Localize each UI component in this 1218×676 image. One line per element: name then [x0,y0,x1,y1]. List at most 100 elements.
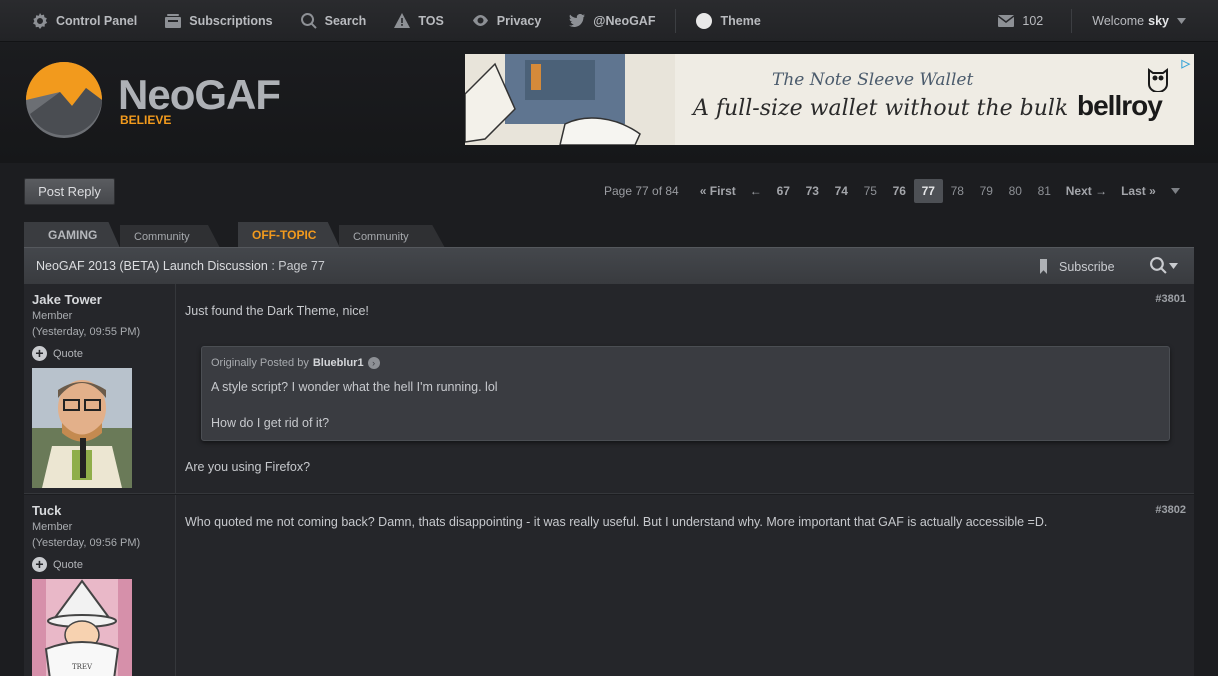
post-reply-button[interactable]: Post Reply [24,178,115,205]
tab-gaming[interactable]: GAMING [24,222,120,248]
top-navigation-bar: Control Panel Subscriptions Search TOS P… [0,0,1218,42]
current-page[interactable]: 77 [913,179,943,203]
tab-off-topic-community[interactable]: Community [339,225,445,248]
plus-icon: + [32,557,47,572]
post-text: Just found the Dark Theme, nice! [185,304,369,318]
quote-line: How do I get rid of it? [211,416,330,430]
post-text: Are you using Firefox? [185,460,311,474]
previous-page-link[interactable]: ← [743,184,769,198]
tab-gaming-community[interactable]: Community [120,225,220,248]
neogaf-logo-icon [26,62,102,138]
page-link-73[interactable]: 73 [798,179,827,203]
post-author[interactable]: Tuck [32,503,61,518]
page-info: Page 77 of 84 [604,184,679,198]
theme-circle-icon [696,12,713,29]
messages-count: 102 [1022,13,1044,28]
thread-title-bar: NeoGAF 2013 (BETA) Launch Discussion : P… [24,247,1194,284]
page-link-76[interactable]: 76 [885,179,914,203]
ad-brand: bellroy [1077,90,1163,121]
nav-tos-label: TOS [418,13,444,28]
username: sky [1148,13,1169,28]
nav-control-panel[interactable]: Control Panel [0,0,151,42]
advertisement-banner[interactable]: The Note Sleeve Wallet A full-size walle… [465,54,1194,145]
nav-subscriptions[interactable]: Subscriptions [151,0,286,42]
tab-gaming-community-label: Community [134,230,190,243]
wallet-illustration [465,54,675,145]
twitter-icon [569,14,586,27]
page-link-81[interactable]: 81 [1030,179,1059,203]
page-link-74[interactable]: 74 [827,179,856,203]
ad-choices-icon[interactable]: ▷ [1182,57,1190,70]
search-icon [1150,257,1167,274]
warning-icon [394,13,411,28]
welcome-prefix: Welcome [1092,13,1145,28]
chevron-down-icon [1177,17,1186,24]
post-number-link[interactable]: #3802 [1155,504,1186,516]
thread-title[interactable]: NeoGAF 2013 (BETA) Launch Discussion [36,259,268,273]
ad-title: The Note Sleeve Wallet [772,70,974,90]
nav-theme[interactable]: Theme [682,0,774,42]
post-timestamp: (Yesterday, 09:56 PM) [32,537,141,549]
page-link-75[interactable]: 75 [856,179,885,203]
nav-privacy[interactable]: Privacy [458,0,555,42]
logo-tagline: BELIEVE [120,113,172,127]
tab-gaming-label: GAMING [48,228,98,242]
owl-logo-icon [1148,68,1168,92]
tab-off-topic[interactable]: OFF-TOPIC [238,222,340,248]
page-link-79[interactable]: 79 [972,179,1001,203]
ad-subtitle: A full-size wallet without the bulk [693,96,1069,121]
post-timestamp: (Yesterday, 09:55 PM) [32,326,141,338]
last-page-link[interactable]: Last » [1114,184,1163,198]
eye-icon [472,15,488,26]
subscribe-button[interactable]: Subscribe [1040,248,1115,285]
subscriptions-icon [165,13,182,28]
user-menu[interactable]: Welcome sky [1078,0,1218,42]
logo-wordmark: NeoGAF [118,71,281,118]
avatar-caption: TREV [71,663,93,671]
thread-page-suffix: : Page 77 [271,259,325,273]
tab-off-topic-community-label: Community [353,230,409,243]
first-page-link[interactable]: « First [693,184,743,198]
quote-button[interactable]: + Quote [32,557,83,572]
post-author-role: Member [32,310,73,322]
tab-off-topic-label: OFF-TOPIC [252,228,317,242]
search-icon [300,12,317,29]
avatar [32,368,132,488]
nav-search-label: Search [324,13,367,28]
quote-line: A style script? I wonder what the hell I… [211,380,498,394]
nav-divider [675,8,677,33]
avatar: TREV [32,579,132,676]
post: Jake Tower Member (Yesterday, 09:55 PM) … [24,284,1194,494]
post-author[interactable]: Jake Tower [32,292,102,307]
nav-search[interactable]: Search [287,0,381,42]
page-link-78[interactable]: 78 [943,179,972,203]
nav-control-panel-label: Control Panel [56,13,138,28]
quote-header: Originally Posted by Blueblur1 › [211,357,380,369]
quote-block: Originally Posted by Blueblur1 › A style… [201,346,1170,441]
site-header: NeoGAF BELIEVE The Note Sleeve Wallet A … [0,43,1218,163]
nav-twitter[interactable]: @NeoGAF [555,0,669,42]
nav-subscriptions-label: Subscriptions [189,13,273,28]
pagination: Page 77 of 84 « First ← 67 73 74 75 76 7… [604,178,1180,204]
post: Tuck Member (Yesterday, 09:56 PM) + Quot… [24,495,1194,676]
page-link-80[interactable]: 80 [1001,179,1030,203]
quote-prefix: Originally Posted by [211,357,309,369]
chevron-down-icon[interactable] [1170,188,1180,194]
subscribe-label: Subscribe [1059,259,1115,274]
nav-messages[interactable]: 102 [966,0,1065,42]
post-number-link[interactable]: #3801 [1155,293,1186,305]
next-page-link[interactable]: Next → [1059,184,1114,198]
post-text: Who quoted me not coming back? Damn, tha… [185,515,1048,529]
plus-icon: + [32,346,47,361]
bookmark-icon [1040,259,1047,274]
quote-button[interactable]: + Quote [32,346,83,361]
view-post-arrow-icon[interactable]: › [367,357,380,369]
post-user-info: Tuck Member (Yesterday, 09:56 PM) + Quot… [24,495,176,676]
page-link-67[interactable]: 67 [769,179,798,203]
thread-search-button[interactable] [1150,257,1178,274]
thread-title-wrap: NeoGAF 2013 (BETA) Launch Discussion : P… [36,259,325,273]
nav-divider [1071,8,1073,33]
chevron-down-icon [1169,262,1178,269]
nav-tos[interactable]: TOS [380,0,457,42]
post-reply-label: Post Reply [38,184,101,199]
